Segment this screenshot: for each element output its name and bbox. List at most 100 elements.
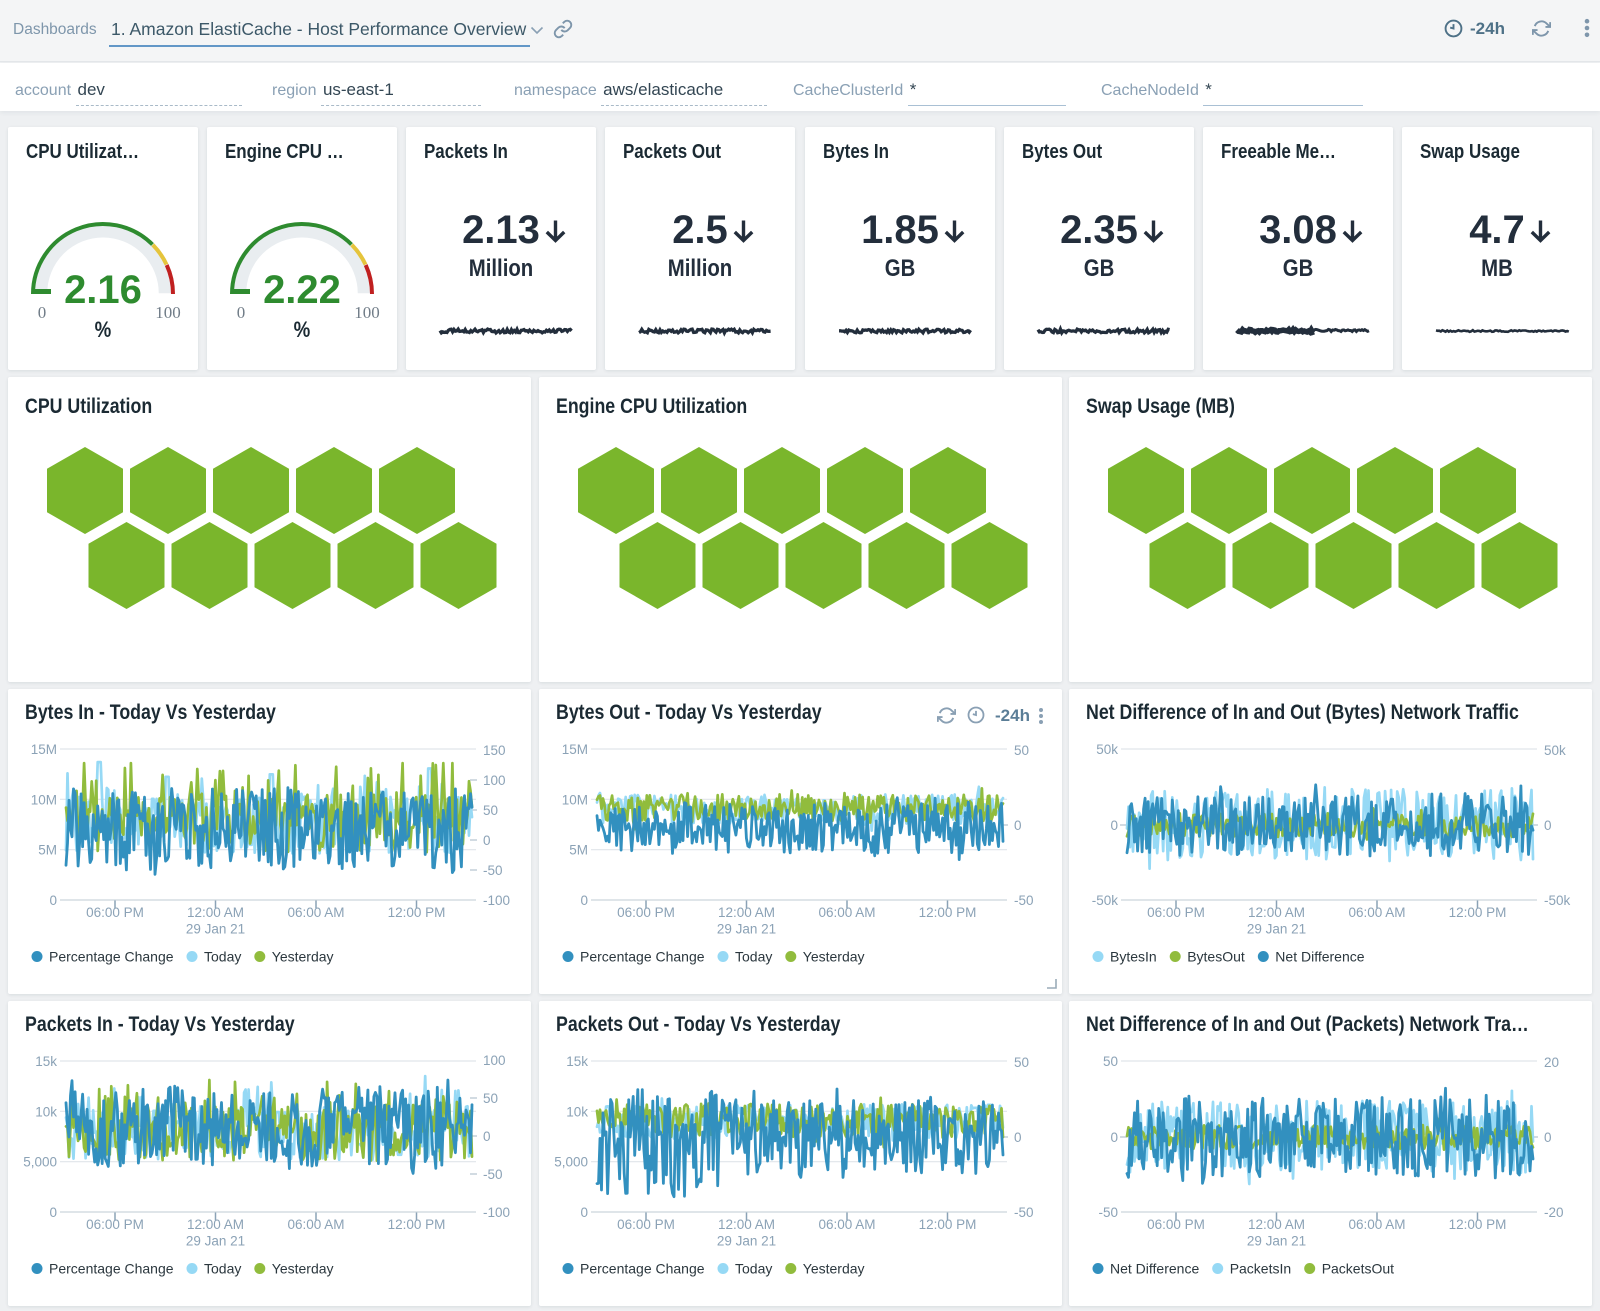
svg-text:PacketsOut: PacketsOut bbox=[1322, 1261, 1394, 1277]
svg-text:5M: 5M bbox=[569, 843, 588, 858]
svg-text:0: 0 bbox=[1014, 818, 1022, 833]
svg-text:12:00 PM: 12:00 PM bbox=[919, 1217, 977, 1232]
svg-text:06:00 PM: 06:00 PM bbox=[86, 1217, 144, 1232]
svg-text:12:00 AM: 12:00 AM bbox=[718, 1217, 775, 1232]
svg-text:-50: -50 bbox=[1014, 893, 1034, 908]
svg-text:-20: -20 bbox=[1544, 1205, 1564, 1220]
svg-text:Yesterday: Yesterday bbox=[803, 949, 865, 965]
svg-text:29 Jan 21: 29 Jan 21 bbox=[1247, 1234, 1306, 1249]
svg-text:0: 0 bbox=[580, 1205, 588, 1220]
svg-text:50: 50 bbox=[1014, 743, 1029, 758]
svg-text:10k: 10k bbox=[35, 1104, 57, 1119]
svg-text:%: % bbox=[95, 319, 112, 343]
svg-text:29 Jan 21: 29 Jan 21 bbox=[186, 1234, 245, 1249]
svg-text:06:00 PM: 06:00 PM bbox=[86, 905, 144, 920]
svg-text:06:00 PM: 06:00 PM bbox=[617, 905, 675, 920]
svg-text:%: % bbox=[294, 319, 311, 343]
svg-text:0: 0 bbox=[237, 303, 246, 322]
svg-text:-100: -100 bbox=[483, 893, 510, 908]
svg-text:50: 50 bbox=[1014, 1055, 1029, 1070]
svg-text:0: 0 bbox=[483, 1129, 491, 1144]
svg-text:15M: 15M bbox=[562, 742, 588, 757]
svg-text:-50: -50 bbox=[483, 1167, 503, 1182]
svg-text:2.16: 2.16 bbox=[64, 268, 142, 312]
svg-text:12:00 AM: 12:00 AM bbox=[187, 1217, 244, 1232]
svg-text:06:00 PM: 06:00 PM bbox=[617, 1217, 675, 1232]
svg-text:06:00 AM: 06:00 AM bbox=[287, 905, 344, 920]
svg-text:Percentage Change: Percentage Change bbox=[580, 949, 705, 965]
svg-text:12:00 PM: 12:00 PM bbox=[1449, 905, 1507, 920]
svg-text:29 Jan 21: 29 Jan 21 bbox=[717, 1234, 776, 1249]
svg-text:15k: 15k bbox=[566, 1054, 588, 1069]
svg-text:Net Difference: Net Difference bbox=[1110, 1261, 1199, 1277]
svg-text:Today: Today bbox=[204, 949, 241, 965]
svg-text:100: 100 bbox=[483, 1053, 506, 1068]
svg-text:BytesIn: BytesIn bbox=[1110, 949, 1157, 965]
svg-text:0: 0 bbox=[1014, 1130, 1022, 1145]
svg-text:5,000: 5,000 bbox=[554, 1155, 588, 1170]
svg-text:06:00 AM: 06:00 AM bbox=[818, 1217, 875, 1232]
svg-text:0: 0 bbox=[1544, 1130, 1552, 1145]
svg-text:-50k: -50k bbox=[1544, 893, 1571, 908]
svg-text:0: 0 bbox=[483, 833, 491, 848]
svg-text:15M: 15M bbox=[31, 742, 57, 757]
svg-text:50: 50 bbox=[483, 1091, 498, 1106]
svg-text:Net Difference: Net Difference bbox=[1275, 949, 1364, 965]
svg-text:12:00 PM: 12:00 PM bbox=[919, 905, 977, 920]
svg-text:10M: 10M bbox=[562, 792, 588, 807]
svg-text:50: 50 bbox=[1103, 1054, 1118, 1069]
svg-text:50k: 50k bbox=[1096, 742, 1118, 757]
svg-text:-100: -100 bbox=[483, 1205, 510, 1220]
svg-text:12:00 AM: 12:00 AM bbox=[718, 905, 775, 920]
svg-text:29 Jan 21: 29 Jan 21 bbox=[1247, 922, 1306, 937]
svg-text:0: 0 bbox=[580, 893, 588, 908]
svg-text:0: 0 bbox=[49, 1205, 57, 1220]
svg-text:Percentage Change: Percentage Change bbox=[580, 1261, 705, 1277]
svg-text:PacketsIn: PacketsIn bbox=[1230, 1261, 1291, 1277]
svg-text:0: 0 bbox=[38, 303, 47, 322]
svg-text:0: 0 bbox=[49, 893, 57, 908]
svg-text:06:00 PM: 06:00 PM bbox=[1147, 905, 1205, 920]
svg-text:06:00 PM: 06:00 PM bbox=[1147, 1217, 1205, 1232]
svg-text:-50k: -50k bbox=[1092, 893, 1119, 908]
svg-text:15k: 15k bbox=[35, 1054, 57, 1069]
svg-text:5M: 5M bbox=[38, 843, 57, 858]
svg-text:-50: -50 bbox=[1098, 1205, 1118, 1220]
svg-text:2.22: 2.22 bbox=[263, 268, 341, 312]
svg-text:50: 50 bbox=[483, 803, 498, 818]
svg-text:-50: -50 bbox=[483, 863, 503, 878]
svg-text:-50: -50 bbox=[1014, 1205, 1034, 1220]
svg-text:06:00 AM: 06:00 AM bbox=[287, 1217, 344, 1232]
svg-text:Today: Today bbox=[735, 949, 772, 965]
svg-text:100: 100 bbox=[354, 303, 380, 322]
svg-text:Yesterday: Yesterday bbox=[272, 949, 334, 965]
svg-text:Yesterday: Yesterday bbox=[272, 1261, 334, 1277]
svg-text:100: 100 bbox=[483, 773, 506, 788]
svg-text:0: 0 bbox=[1110, 818, 1118, 833]
svg-text:Yesterday: Yesterday bbox=[803, 1261, 865, 1277]
svg-text:50k: 50k bbox=[1544, 743, 1566, 758]
svg-text:12:00 PM: 12:00 PM bbox=[1449, 1217, 1507, 1232]
svg-text:Today: Today bbox=[735, 1261, 772, 1277]
svg-text:06:00 AM: 06:00 AM bbox=[1348, 1217, 1405, 1232]
svg-text:0: 0 bbox=[1544, 818, 1552, 833]
svg-text:10k: 10k bbox=[566, 1104, 588, 1119]
svg-text:29 Jan 21: 29 Jan 21 bbox=[717, 922, 776, 937]
svg-text:Percentage Change: Percentage Change bbox=[49, 949, 174, 965]
svg-text:12:00 PM: 12:00 PM bbox=[388, 905, 446, 920]
svg-text:Today: Today bbox=[204, 1261, 241, 1277]
svg-text:20: 20 bbox=[1544, 1055, 1559, 1070]
svg-text:0: 0 bbox=[1110, 1130, 1118, 1145]
svg-text:12:00 AM: 12:00 AM bbox=[1248, 905, 1305, 920]
svg-text:BytesOut: BytesOut bbox=[1187, 949, 1245, 965]
svg-text:100: 100 bbox=[155, 303, 181, 322]
svg-text:Percentage Change: Percentage Change bbox=[49, 1261, 174, 1277]
svg-text:12:00 AM: 12:00 AM bbox=[1248, 1217, 1305, 1232]
svg-text:06:00 AM: 06:00 AM bbox=[1348, 905, 1405, 920]
svg-text:150: 150 bbox=[483, 743, 506, 758]
svg-text:12:00 AM: 12:00 AM bbox=[187, 905, 244, 920]
svg-text:29 Jan 21: 29 Jan 21 bbox=[186, 922, 245, 937]
svg-text:06:00 AM: 06:00 AM bbox=[818, 905, 875, 920]
svg-text:10M: 10M bbox=[31, 792, 57, 807]
svg-text:5,000: 5,000 bbox=[23, 1155, 57, 1170]
